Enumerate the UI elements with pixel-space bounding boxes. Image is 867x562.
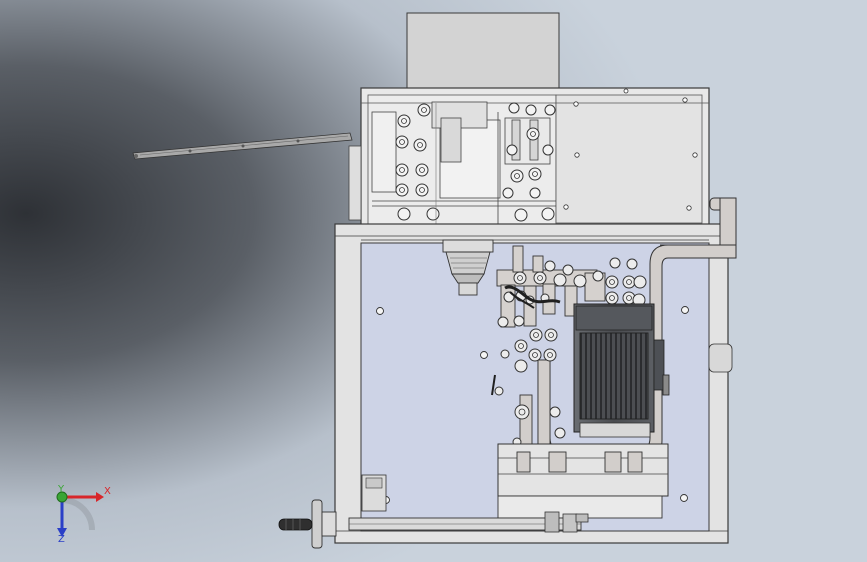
y-axis-label: Y — [58, 484, 65, 495]
upper-cabinet — [348, 87, 710, 237]
machine-drawing — [0, 0, 867, 562]
pump-base — [497, 443, 669, 519]
x-axis-label: X — [104, 486, 111, 497]
cad-viewport[interactable]: X Y Z — [0, 0, 867, 562]
z-axis-label: Z — [58, 534, 65, 545]
top-chimney — [406, 12, 560, 92]
